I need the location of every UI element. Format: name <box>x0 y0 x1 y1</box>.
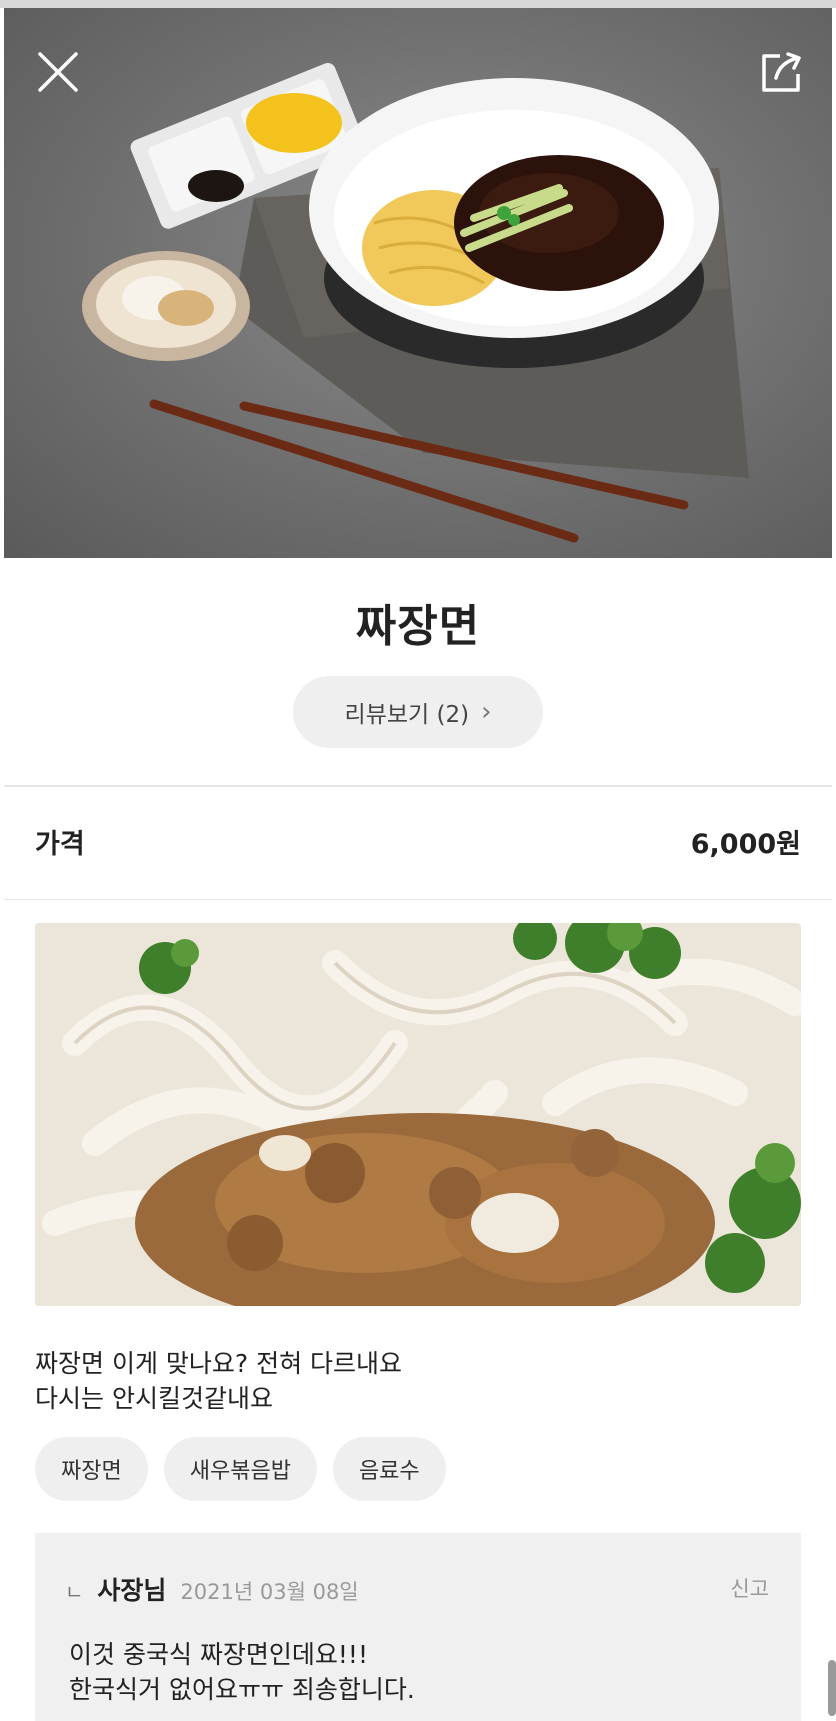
tag-shrimp-fried-rice[interactable]: 새우볶음밥 <box>163 1437 317 1501</box>
reply-body-line: 이것 중국식 짜장면인데요!!! <box>69 1640 368 1669</box>
report-button[interactable]: 신고 <box>730 1573 769 1603</box>
share-button[interactable] <box>754 46 806 98</box>
reply-arrow-icon: ㄴ <box>65 1580 84 1604</box>
owner-reply: ㄴ 사장님 2021년 03월 08일 신고 이것 중국식 짜장면인데요!!! … <box>35 1533 801 1721</box>
close-icon <box>38 52 78 92</box>
close-button[interactable] <box>32 46 84 98</box>
review-text-line: 짜장면 이게 맞나요? 전혀 다르내요 <box>35 1349 403 1378</box>
menu-title: 짜장면 <box>355 601 481 652</box>
divider <box>4 899 832 900</box>
reply-date: 2021년 03월 08일 <box>180 1580 359 1604</box>
reply-author: 사장님 <box>97 1576 167 1605</box>
tag-jajangmyeon[interactable]: 짜장면 <box>35 1437 148 1501</box>
view-reviews-label: 리뷰보기 (2) <box>344 702 470 728</box>
share-icon <box>762 52 801 92</box>
reply-body-line: 한국식거 없어요ㅠㅠ 죄송합니다. <box>69 1675 415 1704</box>
reply-body: 이것 중국식 짜장면인데요!!! 한국식거 없어요ㅠㅠ 죄송합니다. <box>69 1637 415 1707</box>
top-status-line <box>0 0 836 8</box>
review-photo[interactable] <box>35 923 801 1306</box>
divider <box>4 785 832 787</box>
price-label: 가격 <box>35 829 85 860</box>
ordered-menu-tags: 짜장면 새우볶음밥 음료수 <box>35 1437 446 1501</box>
price-value: 6,000원 <box>690 829 801 860</box>
review-text: 짜장면 이게 맞나요? 전혀 다르내요 다시는 안시킬것같내요 <box>35 1346 402 1416</box>
jajangmyeon-photo <box>82 63 749 543</box>
chevron-right-icon: › <box>481 697 492 727</box>
price-row: 가격 6,000원 <box>35 822 801 861</box>
tag-beverage[interactable]: 음료수 <box>332 1437 446 1501</box>
menu-hero-image <box>4 8 832 558</box>
review-text-line: 다시는 안시킬것같내요 <box>35 1384 273 1413</box>
view-reviews-button[interactable]: 리뷰보기 (2) › <box>293 676 543 748</box>
scrollbar[interactable] <box>828 1660 836 1716</box>
reply-header: ㄴ 사장님 2021년 03월 08일 <box>65 1571 359 1607</box>
udon-style-noodle-photo <box>35 923 801 1306</box>
